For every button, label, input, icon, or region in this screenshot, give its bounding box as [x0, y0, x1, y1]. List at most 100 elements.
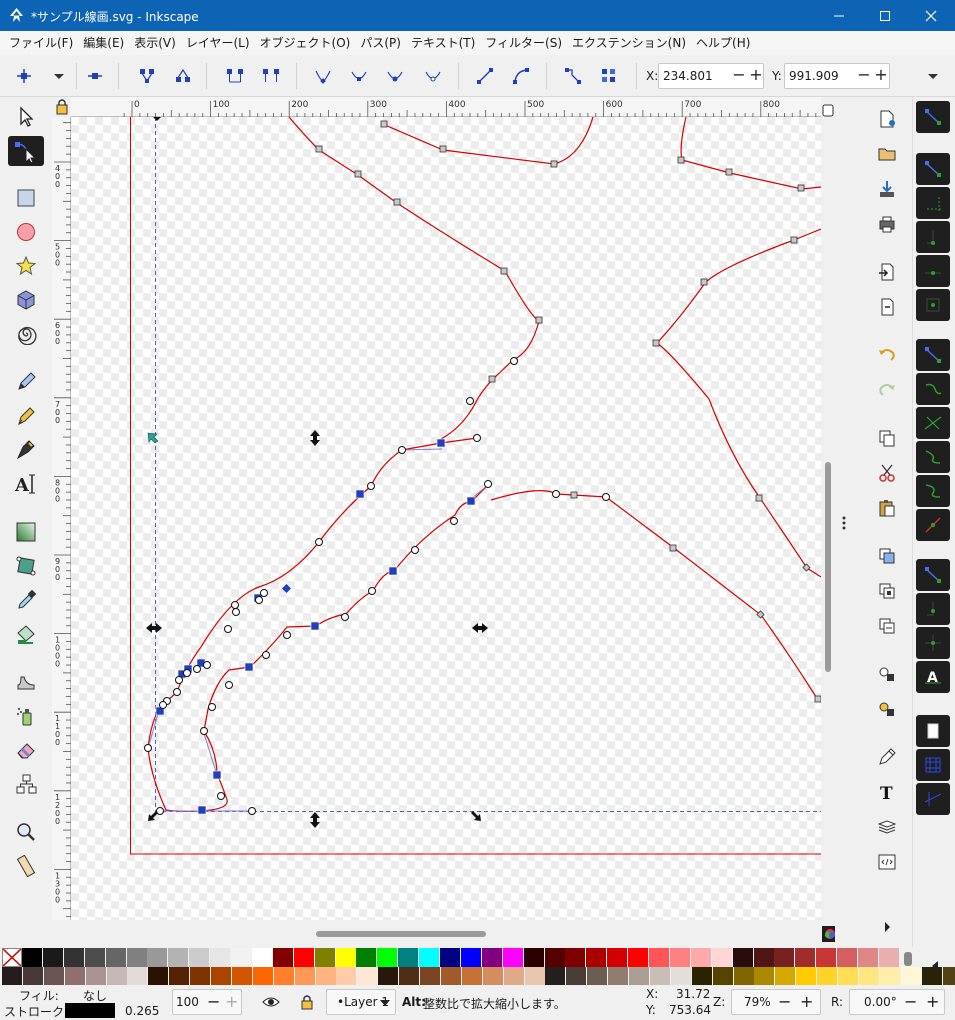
zoom-tool[interactable] — [8, 817, 44, 847]
vertical-ruler[interactable]: 4005006007008009001000110012001300 — [52, 117, 71, 920]
close-button[interactable] — [908, 0, 954, 31]
opacity-decrement-button[interactable]: − — [207, 992, 220, 1011]
menu-text[interactable]: テキスト(T) — [406, 31, 480, 55]
stroke-to-path-icon[interactable] — [598, 65, 620, 87]
palette-swatch[interactable] — [127, 967, 148, 986]
palette-swatch[interactable] — [753, 948, 774, 967]
palette-swatch[interactable] — [399, 967, 420, 986]
rotate-ccw-button[interactable]: − — [904, 992, 917, 1011]
node-auto-smooth-icon[interactable] — [422, 65, 444, 87]
menu-layer[interactable]: レイヤー(L) — [181, 31, 255, 55]
horizontal-scroll-thumb[interactable] — [316, 931, 486, 937]
palette-swatch[interactable] — [147, 948, 168, 967]
pen-tool[interactable] — [8, 401, 44, 431]
snap-bbox-edge[interactable] — [916, 187, 950, 219]
delete-segment-icon[interactable] — [260, 65, 282, 87]
ungroup-icon[interactable] — [877, 699, 897, 719]
toolbar-overflow-icon[interactable] — [922, 65, 944, 87]
palette-swatch[interactable] — [482, 967, 503, 986]
zoom-input[interactable]: 79% − + — [731, 989, 821, 1015]
palette-swatch[interactable] — [816, 948, 837, 967]
layer-lock-icon[interactable] — [299, 993, 315, 1011]
palette-swatch[interactable] — [733, 967, 754, 986]
calligraphy-tool[interactable] — [8, 435, 44, 465]
layers-icon[interactable] — [877, 817, 897, 837]
palette-swatch[interactable] — [817, 967, 838, 986]
insert-node-icon[interactable] — [13, 65, 35, 87]
rotate-input[interactable]: 0.00° − + — [849, 989, 945, 1015]
x-decrement-button[interactable]: − — [731, 63, 747, 89]
print-icon[interactable] — [877, 214, 897, 234]
visibility-eye-icon[interactable] — [262, 994, 280, 1010]
palette-swatch[interactable] — [42, 948, 63, 967]
palette-swatch[interactable] — [774, 948, 795, 967]
palette-swatch[interactable] — [251, 948, 272, 967]
palette-swatch[interactable] — [22, 967, 43, 986]
palette-swatch[interactable] — [211, 967, 231, 986]
y-increment-button[interactable]: + — [873, 63, 889, 89]
import-icon[interactable] — [877, 262, 897, 282]
node-cusp-icon[interactable] — [312, 65, 334, 87]
palette-swatch[interactable] — [775, 967, 796, 986]
palette-swatch[interactable] — [711, 948, 732, 967]
snap-guides[interactable] — [916, 783, 950, 815]
palette-swatch[interactable] — [22, 948, 42, 967]
gradient-tool[interactable] — [8, 517, 44, 547]
palette-swatch[interactable] — [523, 948, 544, 967]
export-icon[interactable] — [877, 297, 897, 317]
join-segment-icon[interactable] — [224, 65, 246, 87]
palette-swatch[interactable] — [481, 948, 502, 967]
join-nodes-icon[interactable] — [136, 65, 158, 87]
palette-swatch[interactable] — [231, 967, 252, 986]
snap-path-intersection[interactable] — [916, 407, 950, 439]
paste-icon[interactable] — [877, 498, 897, 518]
palette-swatch[interactable] — [336, 967, 357, 986]
palette-swatch[interactable] — [900, 967, 921, 986]
no-paint-swatch[interactable] — [2, 948, 22, 967]
snap-bbox-corner[interactable] — [916, 221, 950, 253]
palette-menu-icon[interactable] — [928, 959, 942, 973]
undo-icon[interactable] — [877, 345, 897, 365]
zoom-in-button[interactable]: + — [800, 992, 813, 1011]
snap-others[interactable] — [916, 559, 950, 591]
palette-swatch[interactable] — [754, 967, 775, 986]
palette-swatch[interactable] — [314, 948, 335, 967]
menu-filters[interactable]: フィルター(S) — [480, 31, 567, 55]
palette-swatch[interactable] — [398, 948, 419, 967]
copy-icon[interactable] — [877, 428, 897, 448]
path-contour-c[interactable] — [680, 117, 821, 190]
snap-bbox-center[interactable] — [916, 289, 950, 321]
palette-swatch[interactable] — [273, 967, 294, 986]
menu-path[interactable]: パス(P) — [355, 31, 406, 55]
connector-tool[interactable] — [8, 769, 44, 799]
palette-swatch[interactable] — [544, 948, 565, 967]
star-tool[interactable] — [8, 251, 44, 281]
zoom-out-button[interactable]: − — [778, 992, 791, 1011]
panel-handle-icon[interactable] — [839, 515, 849, 531]
palette-swatch[interactable] — [420, 967, 440, 986]
fill-stroke-icon[interactable] — [877, 747, 897, 767]
duplicate-icon[interactable] — [877, 546, 897, 566]
snap-bbox-midpoint[interactable] — [916, 255, 950, 287]
save-icon[interactable] — [877, 179, 897, 199]
expand-panel-icon[interactable] — [877, 917, 897, 937]
unlink-clone-icon[interactable] — [877, 616, 897, 636]
palette-swatch[interactable] — [210, 948, 231, 967]
palette-swatch[interactable] — [43, 967, 64, 986]
palette-swatch[interactable] — [419, 948, 440, 967]
tweak-tool[interactable] — [8, 667, 44, 697]
path-contour-f[interactable] — [490, 490, 607, 501]
palette-swatch[interactable] — [294, 967, 315, 986]
palette-swatch[interactable] — [691, 967, 712, 986]
redo-icon[interactable] — [877, 380, 897, 400]
path-contour-a[interactable] — [288, 117, 540, 440]
palette-swatch[interactable] — [168, 948, 189, 967]
palette-swatch[interactable] — [732, 948, 753, 967]
palette-swatch[interactable] — [629, 967, 649, 986]
spray-tool[interactable] — [8, 701, 44, 731]
rotate-cw-button[interactable]: + — [926, 992, 939, 1011]
text-tool[interactable]: A — [8, 469, 44, 499]
opacity-input[interactable]: 100 − + — [172, 989, 242, 1015]
palette-swatch[interactable] — [252, 967, 273, 986]
break-path-icon[interactable] — [172, 65, 194, 87]
